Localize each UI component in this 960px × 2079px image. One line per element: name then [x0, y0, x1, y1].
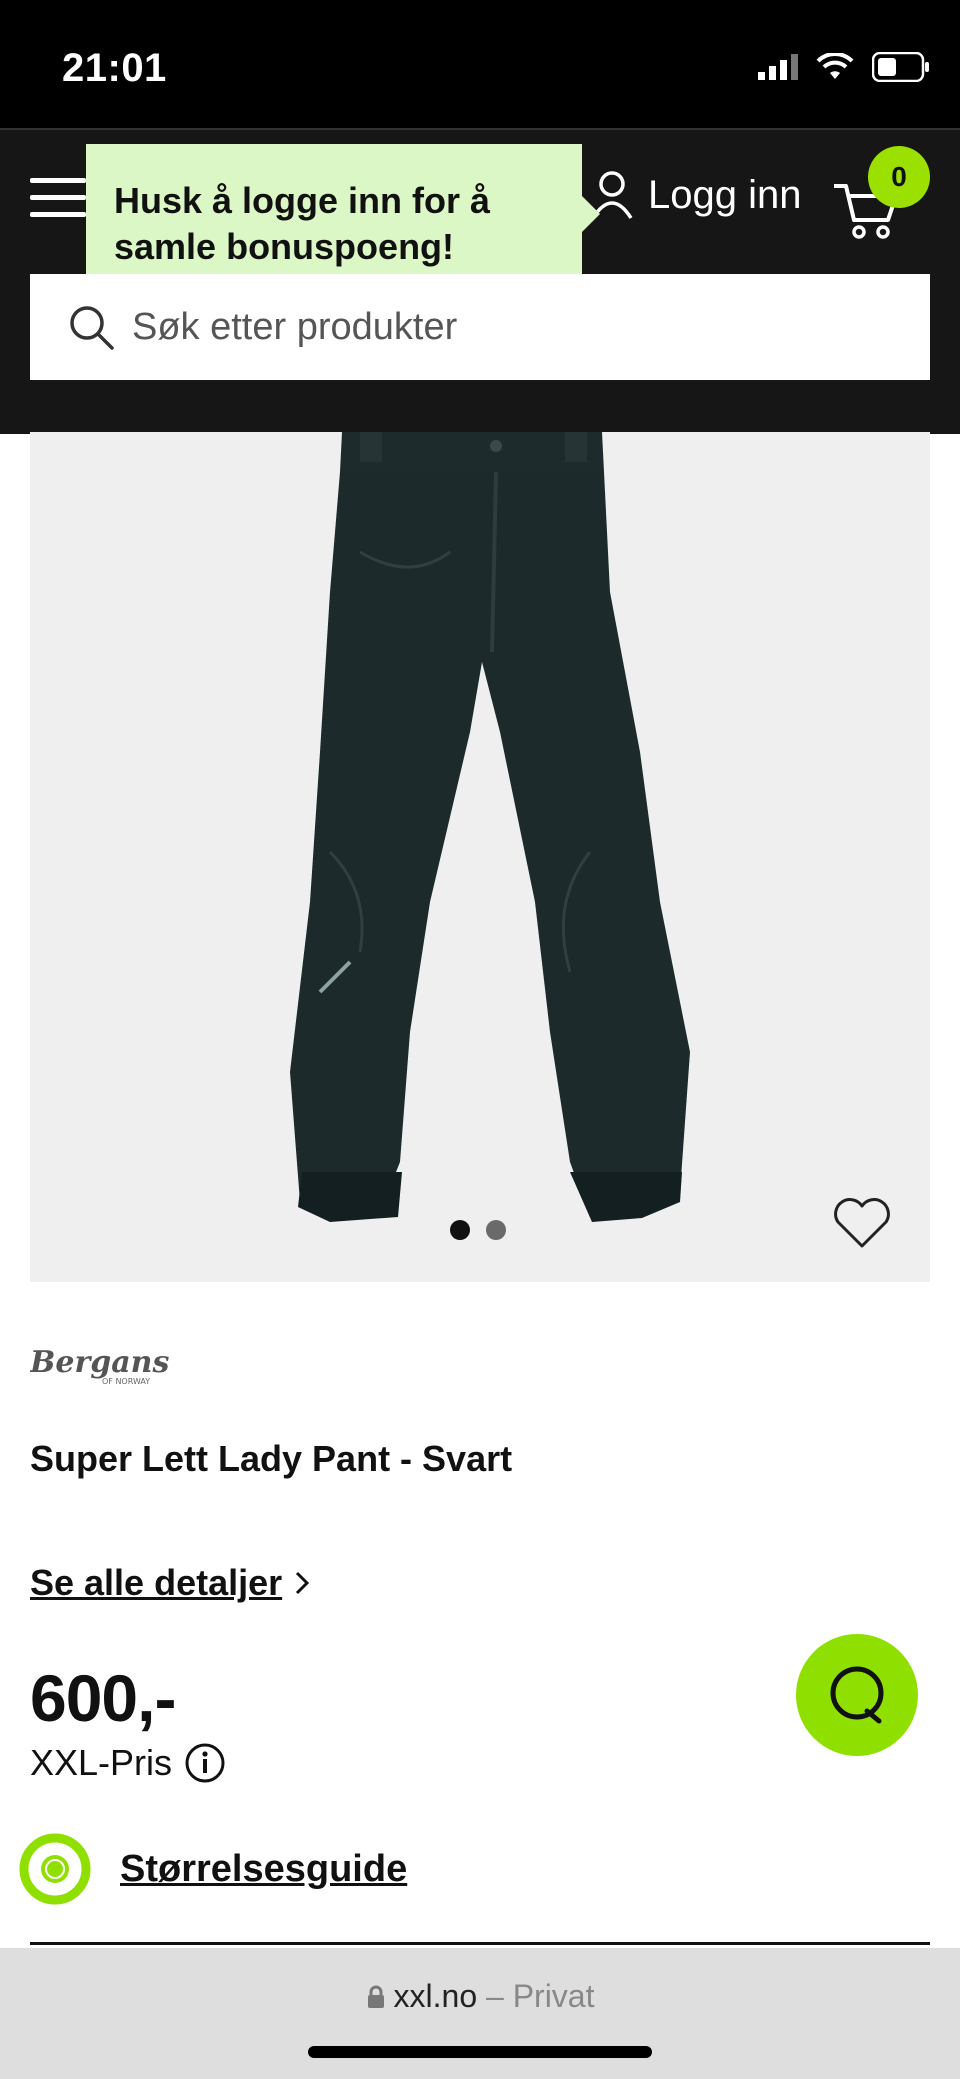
site-header: Logg inn 0 Husk å logge inn for å samle … [0, 128, 960, 434]
product-price: 600,- [30, 1661, 176, 1735]
size-guide-icon [19, 1833, 91, 1905]
home-indicator[interactable] [308, 2046, 652, 2058]
svg-text:Bergans: Bergans [30, 1345, 169, 1380]
chevron-right-icon [296, 1571, 310, 1595]
login-button[interactable]: Logg inn [590, 170, 801, 220]
size-guide-link[interactable]: Størrelsesguide [18, 1832, 407, 1906]
heart-icon[interactable] [832, 1196, 892, 1250]
url-domain: xxl.no [393, 1978, 478, 2014]
browser-address-bar[interactable]: xxl.no – Privat [0, 1948, 960, 2079]
cart-count-badge: 0 [868, 146, 930, 208]
svg-text:OF NORWAY: OF NORWAY [102, 1377, 150, 1386]
url-privacy-label: – Privat [486, 1978, 595, 2014]
signal-icon [758, 54, 798, 80]
search-bar[interactable]: Søk etter produkter [30, 274, 930, 380]
see-all-details-link[interactable]: Se alle detaljer [30, 1562, 310, 1604]
menu-icon[interactable] [30, 178, 86, 222]
section-divider [30, 1942, 930, 1945]
gallery-dot-2[interactable] [486, 1220, 506, 1240]
status-icons [758, 52, 930, 82]
clock: 21:01 [62, 46, 167, 90]
price-label: XXL-Pris [30, 1742, 173, 1783]
bergans-logo: Bergans OF NORWAY [29, 1345, 169, 1386]
gallery-dot-1[interactable] [450, 1220, 470, 1240]
lock-icon [367, 1985, 384, 2008]
chat-icon [830, 1666, 884, 1724]
login-label: Logg inn [648, 172, 802, 217]
price-label-row: XXL-Pris [30, 1742, 226, 1784]
url-display[interactable]: xxl.no – Privat [0, 1978, 960, 2015]
status-bar: 21:01 [0, 0, 960, 128]
details-link-label: Se alle detaljer [30, 1562, 283, 1603]
product-photo [290, 432, 690, 1222]
wifi-icon [816, 53, 854, 79]
product-image-gallery[interactable] [30, 432, 930, 1282]
gallery-dots [450, 1220, 506, 1240]
chat-button[interactable] [796, 1634, 918, 1756]
info-icon[interactable] [184, 1742, 226, 1784]
search-icon [70, 306, 114, 350]
product-title: Super Lett Lady Pant - Svart [30, 1438, 513, 1479]
search-input[interactable]: Søk etter produkter [132, 306, 457, 349]
battery-icon [872, 52, 929, 82]
brand-logo[interactable]: Bergans OF NORWAY [29, 1342, 170, 1393]
size-guide-label: Størrelsesguide [120, 1847, 408, 1890]
